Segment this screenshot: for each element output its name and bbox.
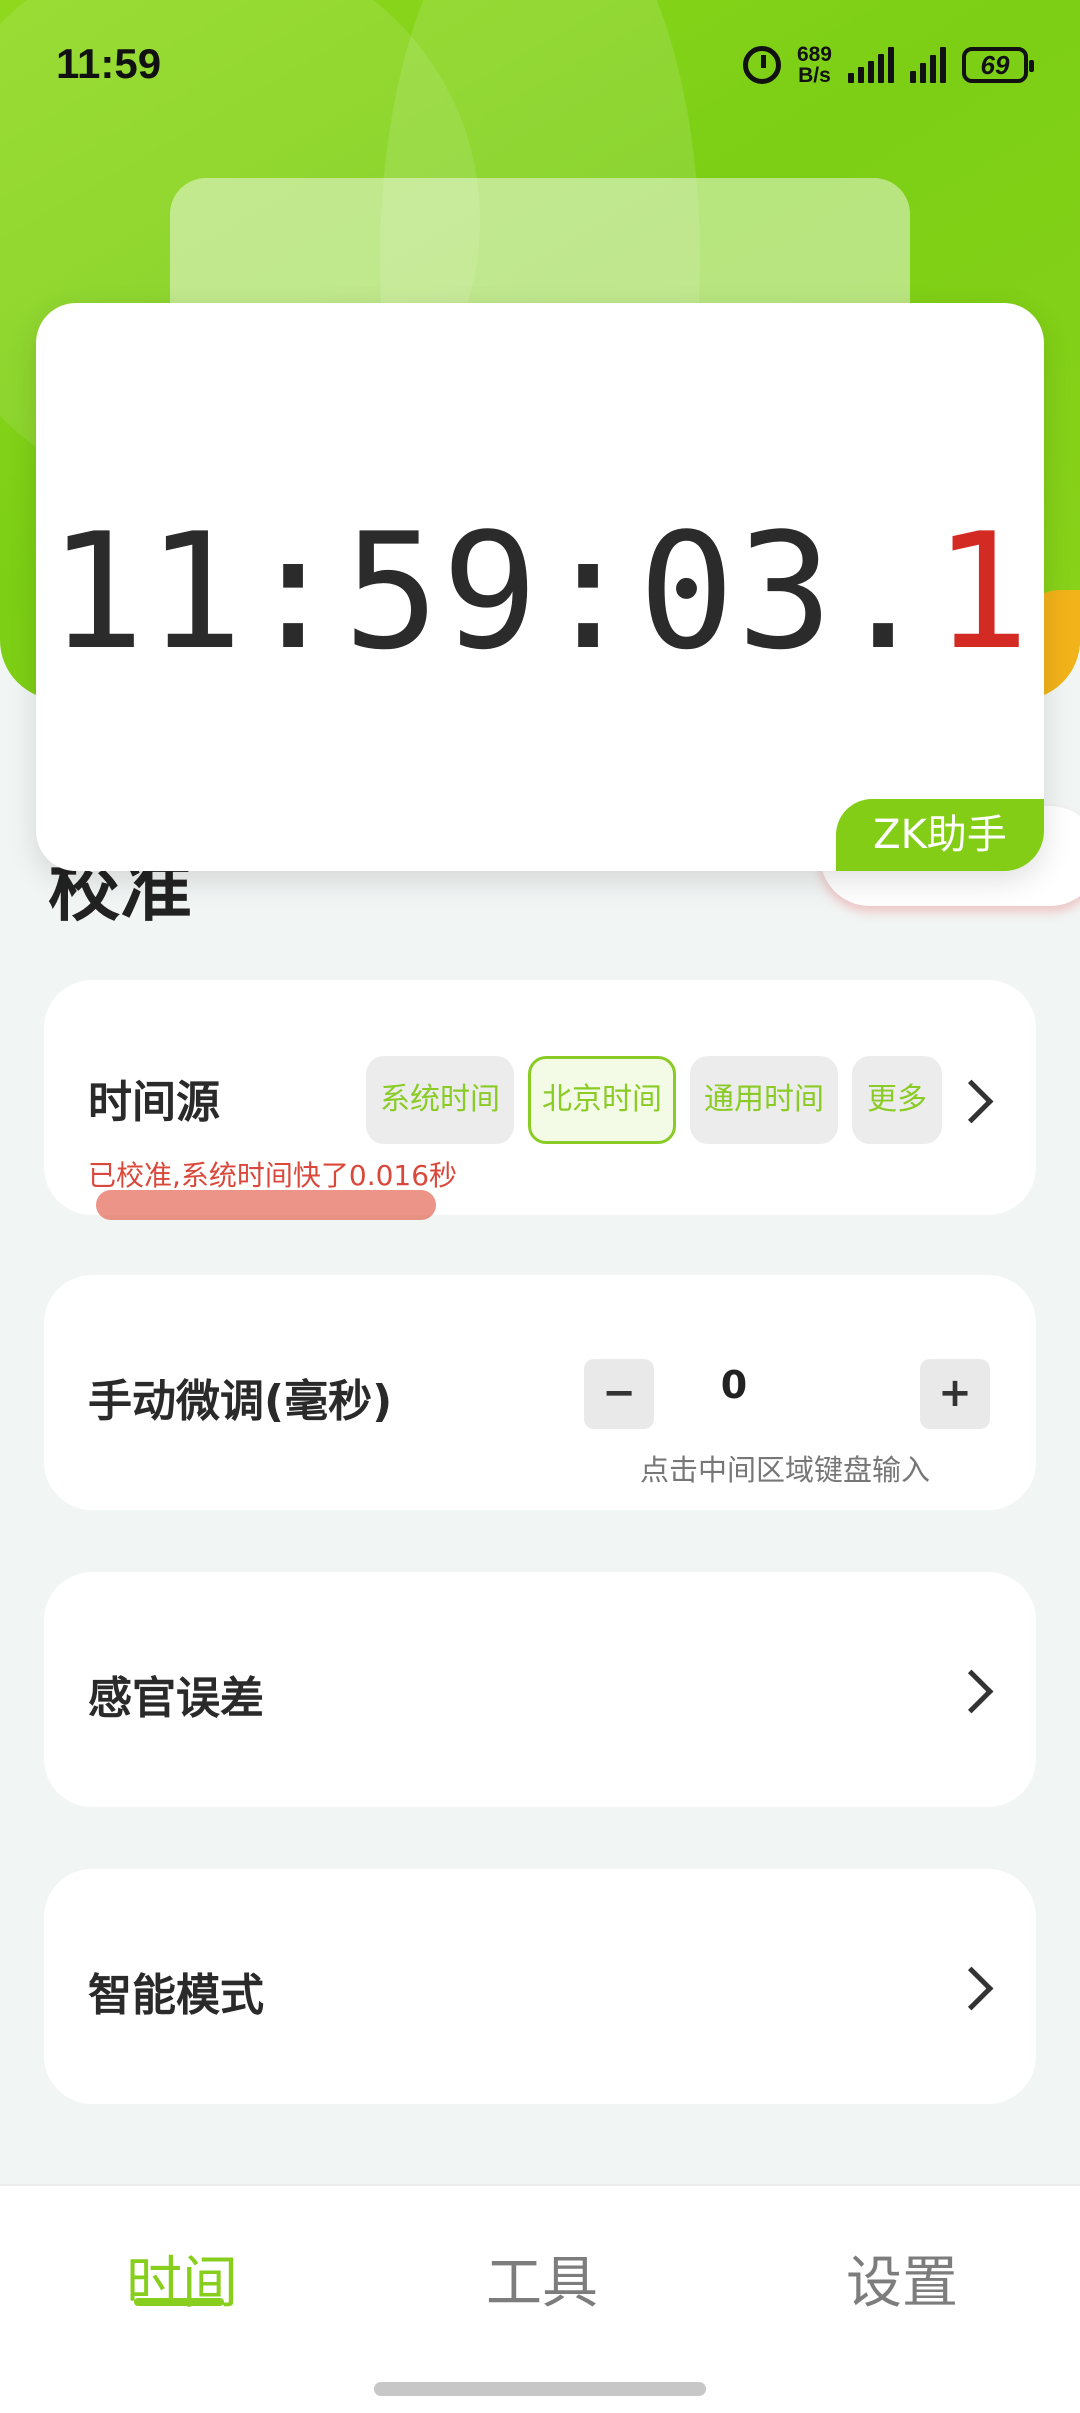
manual-adjust-card: 手动微调(毫秒) − 0 + 点击中间区域键盘输入	[44, 1275, 1036, 1510]
sensory-error-row[interactable]: 感官误差	[44, 1572, 1036, 1807]
manual-adjust-title: 手动微调(毫秒)	[88, 1376, 393, 1427]
calibration-status: 已校准,系统时间快了0.016秒	[88, 1159, 458, 1192]
sensory-error-title: 感官误差	[88, 1673, 264, 1724]
home-indicator[interactable]	[374, 2382, 706, 2396]
signal-icon	[848, 47, 894, 83]
net-speed: 689 B/s	[797, 44, 832, 86]
source-option-universal[interactable]: 通用时间	[690, 1056, 838, 1144]
nav-tab-tools[interactable]: 工具	[486, 2238, 598, 2319]
decrement-button[interactable]: −	[584, 1359, 654, 1429]
chevron-right-icon	[949, 1669, 994, 1714]
bottom-nav: 时间 工具 设置	[0, 2184, 1080, 2413]
time-source-card: 时间源 系统时间 北京时间 通用时间 更多 已校准,系统时间快了0.016秒	[44, 980, 1036, 1220]
net-speed-unit: B/s	[798, 64, 831, 87]
status-icons: 689 B/s 69	[742, 44, 1034, 86]
increment-button[interactable]: +	[920, 1359, 990, 1429]
zk-assistant-badge[interactable]: ZK助手	[836, 799, 1044, 871]
source-option-system[interactable]: 系统时间	[366, 1056, 514, 1144]
adjust-value[interactable]: 0	[704, 1363, 764, 1407]
highlight-mark	[96, 1190, 436, 1220]
source-option-beijing[interactable]: 北京时间	[528, 1056, 676, 1144]
signal-icon	[910, 47, 946, 83]
chevron-right-icon[interactable]	[949, 1079, 994, 1124]
net-speed-value: 689	[796, 43, 832, 66]
clock-card[interactable]: 11:59:03.1 ZK助手	[36, 303, 1044, 871]
chevron-right-icon	[949, 1966, 994, 2011]
nav-tab-time[interactable]: 时间	[126, 2238, 238, 2319]
clock-tenth: 1	[933, 498, 1032, 685]
clock-main: 11:59:03.	[48, 498, 934, 685]
status-bar: 11:59 689 B/s 69	[0, 0, 1080, 140]
nav-active-indicator	[134, 2298, 224, 2306]
adjust-hint: 点击中间区域键盘输入	[640, 1453, 931, 1487]
status-time: 11:59	[56, 40, 162, 87]
clock-display: 11:59:03.1	[36, 498, 1044, 685]
alarm-icon	[742, 46, 781, 84]
time-source-title: 时间源	[88, 1077, 220, 1128]
nav-tab-settings[interactable]: 设置	[846, 2238, 958, 2319]
source-option-more[interactable]: 更多	[852, 1056, 942, 1144]
battery-icon: 69	[962, 47, 1034, 83]
smart-mode-title: 智能模式	[88, 1970, 264, 2021]
smart-mode-row[interactable]: 智能模式	[44, 1869, 1036, 2104]
